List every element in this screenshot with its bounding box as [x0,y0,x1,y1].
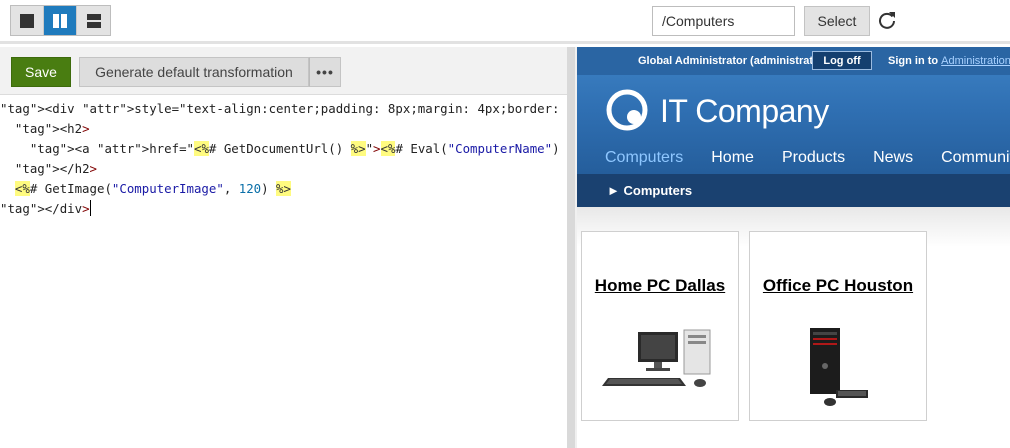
more-options-button[interactable]: ••• [309,57,341,87]
vertical-split-button[interactable] [44,6,77,35]
code-line: "tag"><a "attr">href="<%# GetDocumentUrl… [0,139,567,159]
breadcrumb-marker: ► [607,183,620,198]
vertical-split-icon [53,13,67,28]
site-header: Global Administrator (administrator) Log… [577,47,1010,207]
desktop-computer-image [602,329,711,387]
signin-prefix: Sign in to [888,55,939,67]
breadcrumb-label: Computers [623,183,693,198]
single-pane-button[interactable] [11,6,44,35]
code-line: "tag"><h2> [14,121,90,136]
top-toolbar: Select [0,0,1010,44]
path-input[interactable] [652,6,795,36]
select-button[interactable]: Select [804,6,870,36]
company-logo-icon [606,89,648,131]
code-line: "tag"><div "attr">style="text-align:cent… [0,101,567,116]
admin-user-label: Global Administrator (administrator) [638,55,828,67]
main-navigation: Computers Home Products News Community [577,149,1010,173]
sub-navigation: ► Computers [577,174,1010,207]
nav-item-computers[interactable]: Computers [605,149,683,173]
code-line: "tag"></div> [0,200,91,216]
editor-pane: Save Generate default transformation •••… [0,47,567,448]
nav-item-home[interactable]: Home [711,149,754,173]
company-logo-text: IT Company [660,93,829,129]
horizontal-split-button[interactable] [77,6,110,35]
product-card: Home PC Dallas [581,231,739,421]
save-button[interactable]: Save [11,57,71,87]
code-line: "tag"></h2> [14,161,98,176]
refresh-icon[interactable] [877,10,897,30]
single-pane-icon [20,13,34,28]
breadcrumb-item[interactable]: ► Computers [607,183,692,198]
product-card: Office PC Houston [749,231,927,421]
log-off-button[interactable]: Log off [812,51,872,70]
text-cursor [89,200,91,216]
editor-toolbar: Save Generate default transformation ••• [0,47,567,95]
preview-pane: Global Administrator (administrator) Log… [577,47,1010,448]
administration-link[interactable]: Administration [941,55,1010,67]
layout-toggle-group [10,5,111,36]
admin-bar: Global Administrator (administrator) Log… [577,47,1010,75]
nav-item-community[interactable]: Community [941,149,1010,173]
nav-item-news[interactable]: News [873,149,913,173]
tower-computer-image [810,328,868,406]
generate-default-transformation-button[interactable]: Generate default transformation [79,57,309,87]
horizontal-split-icon [86,13,101,28]
nav-item-products[interactable]: Products [782,149,845,173]
signin-text: Sign in to Administration. [888,55,1010,67]
product-title-link[interactable]: Home PC Dallas [582,276,738,296]
code-line: <%# GetImage("ComputerImage", 120) %> [14,181,291,196]
code-editor[interactable]: "tag"><div "attr">style="text-align:cent… [0,99,567,448]
product-title-link[interactable]: Office PC Houston [750,276,926,296]
pane-splitter[interactable] [567,47,577,448]
